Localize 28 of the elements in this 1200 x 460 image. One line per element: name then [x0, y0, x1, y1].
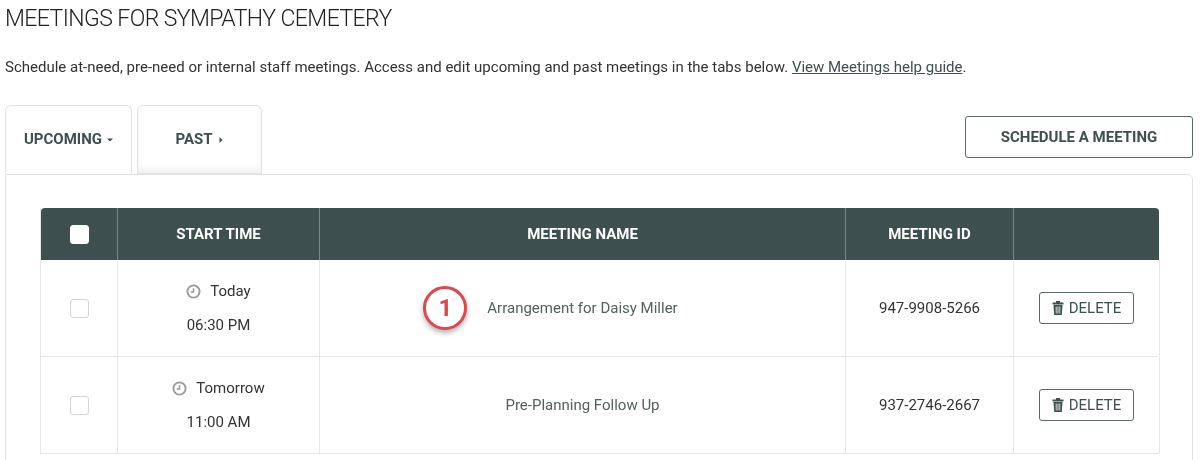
checkbox[interactable] — [69, 298, 89, 318]
meeting-time: 11:00 AM — [186, 411, 251, 433]
tab[interactable]: PAST — [137, 105, 262, 174]
meeting-name: Pre-Planning Follow Up — [505, 395, 660, 414]
callout-badge: 1 — [423, 286, 468, 330]
meeting-day: Tomorrow — [196, 377, 265, 400]
help-link[interactable]: View Meetings help guide — [791, 58, 963, 76]
page-title: MEETINGS FOR SYMPATHY CEMETERY — [5, 5, 393, 33]
checkbox[interactable] — [69, 395, 89, 415]
trash-icon — [1051, 398, 1064, 412]
tab[interactable]: UPCOMING — [5, 105, 132, 174]
clock-icon — [172, 380, 188, 396]
meeting-name: Arrangement for Daisy Miller — [487, 298, 678, 317]
description: Schedule at-need, pre-need or internal staff meetings. Access and edit upcoming and past meetings in the tabs below. View Meetings help guide. — [5, 58, 968, 76]
trash-icon — [1051, 301, 1064, 315]
meeting-id: 947-9908-5266 — [879, 297, 980, 319]
column-header: START TIME — [176, 223, 261, 245]
delete-button[interactable]: DELETE — [1038, 389, 1135, 421]
meeting-day: Today — [210, 280, 251, 303]
schedule-meeting-button[interactable]: SCHEDULE A MEETING — [965, 116, 1193, 158]
delete-button[interactable]: DELETE — [1038, 292, 1135, 324]
column-header: MEETING NAME — [527, 223, 638, 245]
caret-right-icon — [217, 136, 224, 143]
meeting-time: 06:30 PM — [186, 314, 251, 336]
meeting-id: 937-2746-2667 — [879, 394, 980, 416]
clock-icon — [186, 283, 202, 299]
caret-down-icon — [107, 136, 113, 143]
column-header: MEETING ID — [888, 223, 971, 245]
